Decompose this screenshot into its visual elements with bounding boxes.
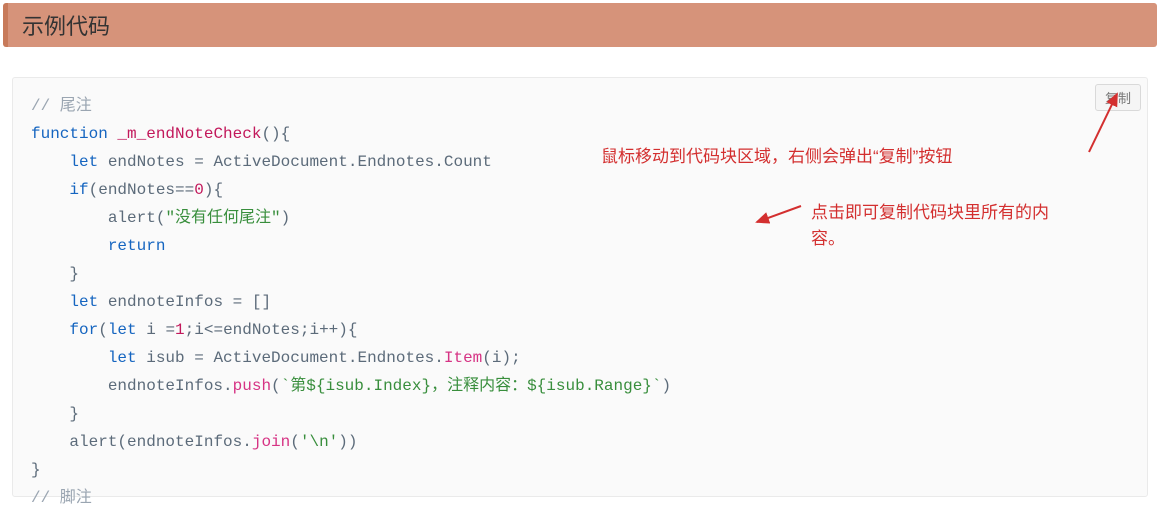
section-header: 示例代码	[3, 3, 1157, 47]
code-content: // 尾注 function _m_endNoteCheck(){ let en…	[31, 92, 1129, 512]
annotation-hover-hint: 鼠标移动到代码块区域，右侧会弹出“复制”按钮	[601, 144, 952, 170]
section-title: 示例代码	[22, 9, 110, 41]
copy-button[interactable]: 复制	[1095, 84, 1141, 111]
annotation-click-hint: 点击即可复制代码块里所有的内容。	[811, 200, 1061, 251]
code-block: 复制 // 尾注 function _m_endNoteCheck(){ let…	[12, 77, 1148, 497]
